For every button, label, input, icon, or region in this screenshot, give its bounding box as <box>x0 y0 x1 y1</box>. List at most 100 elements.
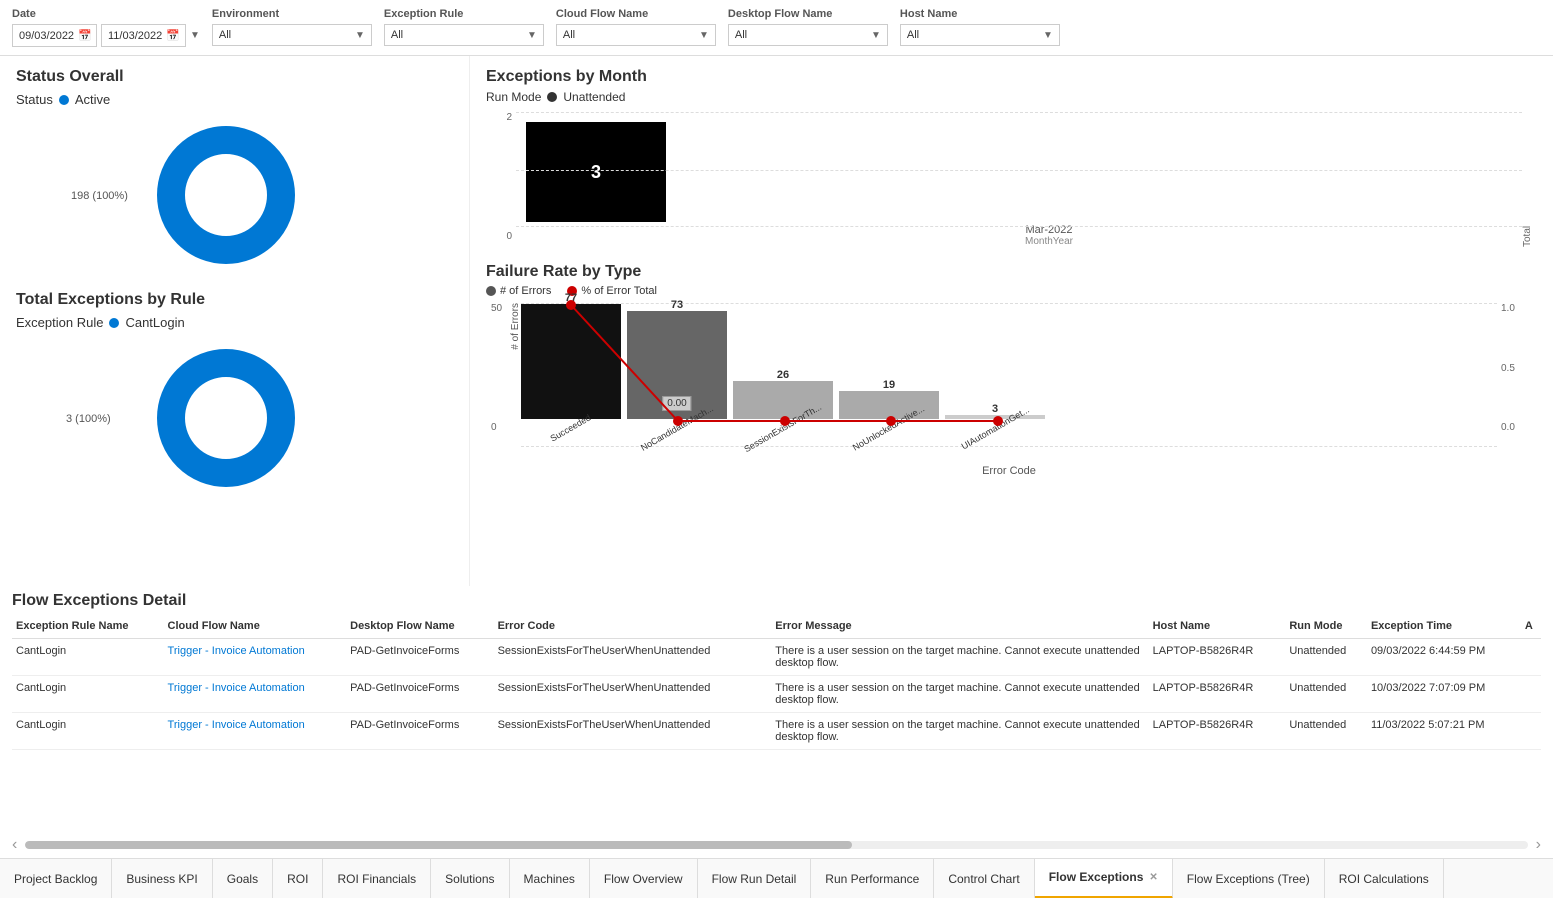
date-chevron-icon[interactable]: ▼ <box>190 30 200 41</box>
cell-exception-rule: CantLogin <box>12 639 164 676</box>
cell-desktop-flow: PAD-GetInvoiceForms <box>346 713 493 750</box>
failure-bars-area: 50 0 77 <box>521 303 1497 477</box>
y-axis-title: Total <box>1522 112 1533 247</box>
tab-label: ROI Financials <box>337 872 416 886</box>
environment-chevron-icon: ▼ <box>355 30 365 41</box>
month-chart-container: 2 0 <box>486 112 1537 247</box>
scroll-right-icon[interactable]: › <box>1536 836 1541 854</box>
flow-exceptions-detail-title: Flow Exceptions Detail <box>12 592 1541 610</box>
scroll-left-icon[interactable]: ‹ <box>12 836 17 854</box>
tab-goals[interactable]: Goals <box>213 859 273 899</box>
cell-cloud-flow[interactable]: Trigger - Invoice Automation <box>164 713 347 750</box>
table-header: Exception Rule Name Cloud Flow Name Desk… <box>12 614 1541 639</box>
environment-filter-label: Environment <box>212 8 372 20</box>
cloud-flow-name-dropdown[interactable]: All ▼ <box>556 24 716 46</box>
exception-rule-line: Exception Rule CantLogin <box>16 315 453 330</box>
cell-exception-rule: CantLogin <box>12 676 164 713</box>
run-mode-value: Unattended <box>563 90 625 104</box>
cell-error-code: SessionExistsForTheUserWhenUnattended <box>494 676 772 713</box>
cell-cloud-flow[interactable]: Trigger - Invoice Automation <box>164 639 347 676</box>
status-donut-svg <box>146 115 306 275</box>
cell-error-code: SessionExistsForTheUserWhenUnattended <box>494 639 772 676</box>
failure-rate-section: Failure Rate by Type # of Errors % of Er… <box>486 263 1537 477</box>
table-body: CantLogin Trigger - Invoice Automation P… <box>12 639 1541 750</box>
exception-rule-dropdown[interactable]: All ▼ <box>384 24 544 46</box>
tab-label: ROI <box>287 872 308 886</box>
tab-close-icon[interactable]: ✕ <box>1149 872 1157 883</box>
tab-label: Goals <box>227 872 258 886</box>
failure-rate-title: Failure Rate by Type <box>486 263 1537 281</box>
tab-flow-exceptions[interactable]: Flow Exceptions✕ <box>1035 859 1173 899</box>
month-x-label: Mar-2022 MonthYear <box>576 224 1522 247</box>
status-value: Active <box>75 92 110 107</box>
tab-roi-calculations[interactable]: ROI Calculations <box>1325 859 1444 899</box>
failure-x-label: Error Code <box>521 465 1497 477</box>
exception-rule-filter-label: Exception Rule <box>384 8 544 20</box>
host-name-chevron-icon: ▼ <box>1043 30 1053 41</box>
host-name-dropdown[interactable]: All ▼ <box>900 24 1060 46</box>
date-end-input[interactable]: 11/03/2022 📅 <box>101 24 186 47</box>
tab-label: Solutions <box>445 872 494 886</box>
tab-run-performance[interactable]: Run Performance <box>811 859 934 899</box>
desktop-flow-name-dropdown[interactable]: All ▼ <box>728 24 888 46</box>
tab-bar: Project BacklogBusiness KPI Goals ROI ROI F… <box>0 858 1553 898</box>
tab-machines[interactable]: Machines <box>510 859 590 899</box>
table-scroll-area[interactable]: Exception Rule Name Cloud Flow Name Desk… <box>12 614 1541 832</box>
desktop-flow-name-filter-label: Desktop Flow Name <box>728 8 888 20</box>
status-line: Status Active <box>16 92 453 107</box>
tab-label: Control Chart <box>948 872 1019 886</box>
tab-business-kpi[interactable]: Business KPI <box>112 859 212 899</box>
tab-label: ROI Calculations <box>1339 872 1429 886</box>
tab-flow-exceptions-tree[interactable]: Flow Exceptions (Tree) <box>1173 859 1325 899</box>
exception-rule-label: Exception Rule <box>16 315 103 330</box>
exceptions-by-month-section: Exceptions by Month Run Mode Unattended … <box>486 68 1537 247</box>
tab-flow-run-detail[interactable]: Flow Run Detail <box>698 859 812 899</box>
tab-project-backlog[interactable]: Project Backlog <box>0 859 112 899</box>
cell-a <box>1521 713 1541 750</box>
flow-exceptions-detail-section: Flow Exceptions Detail Exception Rule Na… <box>0 586 1553 858</box>
environment-filter-group: Environment All ▼ <box>212 8 372 46</box>
exception-rule-value: CantLogin <box>125 315 184 330</box>
tab-solutions[interactable]: Solutions <box>431 859 509 899</box>
col-exception-rule: Exception Rule Name <box>12 614 164 639</box>
bar-mar-2022: 3 <box>526 122 666 222</box>
desktop-flow-name-filter-group: Desktop Flow Name All ▼ <box>728 8 888 46</box>
date-start-input[interactable]: 09/03/2022 📅 <box>12 24 97 47</box>
failure-rate-chart: # of Errors 50 0 <box>486 303 1537 477</box>
exceptions-donut-svg <box>146 338 306 498</box>
status-donut-chart: 198 (100%) <box>16 115 336 275</box>
month-chart-bars: 3 Mar-2022 MonthYear <box>516 112 1522 247</box>
col-run-mode: Run Mode <box>1285 614 1367 639</box>
cell-cloud-flow[interactable]: Trigger - Invoice Automation <box>164 676 347 713</box>
table-row: CantLogin Trigger - Invoice Automation P… <box>12 639 1541 676</box>
run-mode-dot <box>547 92 557 102</box>
col-error-message: Error Message <box>771 614 1148 639</box>
table-row: CantLogin Trigger - Invoice Automation P… <box>12 713 1541 750</box>
col-exception-time: Exception Time <box>1367 614 1521 639</box>
status-overall-title: Status Overall <box>16 68 453 86</box>
cloud-flow-name-filter-label: Cloud Flow Name <box>556 8 716 20</box>
bar-uiautomation: 3 UIAutomationGet... <box>945 403 1045 433</box>
tab-control-chart[interactable]: Control Chart <box>934 859 1034 899</box>
tab-roi[interactable]: ROI <box>273 859 323 899</box>
run-mode-line: Run Mode Unattended <box>486 90 1537 104</box>
right-y-axis: 1.0 0.5 0.0 <box>1497 303 1537 433</box>
cell-exception-rule: CantLogin <box>12 713 164 750</box>
horiz-scrollbar[interactable] <box>25 841 1527 849</box>
calendar-icon[interactable]: 📅 <box>78 29 92 42</box>
errors-legend-dot <box>486 286 496 296</box>
tab-roi-financials[interactable]: ROI Financials <box>323 859 431 899</box>
bar-nocandidate: 73 0.00 NoCandidateMach... <box>627 299 727 433</box>
cell-host-name: LAPTOP-B5826R4R <box>1149 713 1286 750</box>
bar-succeeded: 77 Succeeded <box>521 292 621 433</box>
calendar-icon[interactable]: 📅 <box>166 29 180 42</box>
cell-a <box>1521 676 1541 713</box>
bar-nounlocked: 19 NoUnlockedActive... <box>839 379 939 433</box>
tab-flow-overview[interactable]: Flow Overview <box>590 859 698 899</box>
cell-run-mode: Unattended <box>1285 676 1367 713</box>
environment-dropdown[interactable]: All ▼ <box>212 24 372 46</box>
tab-label: Machines <box>524 872 575 886</box>
bar-group: 3 <box>516 112 1522 222</box>
exception-rule-chevron-icon: ▼ <box>527 30 537 41</box>
tab-label: Flow Exceptions (Tree) <box>1187 872 1310 886</box>
